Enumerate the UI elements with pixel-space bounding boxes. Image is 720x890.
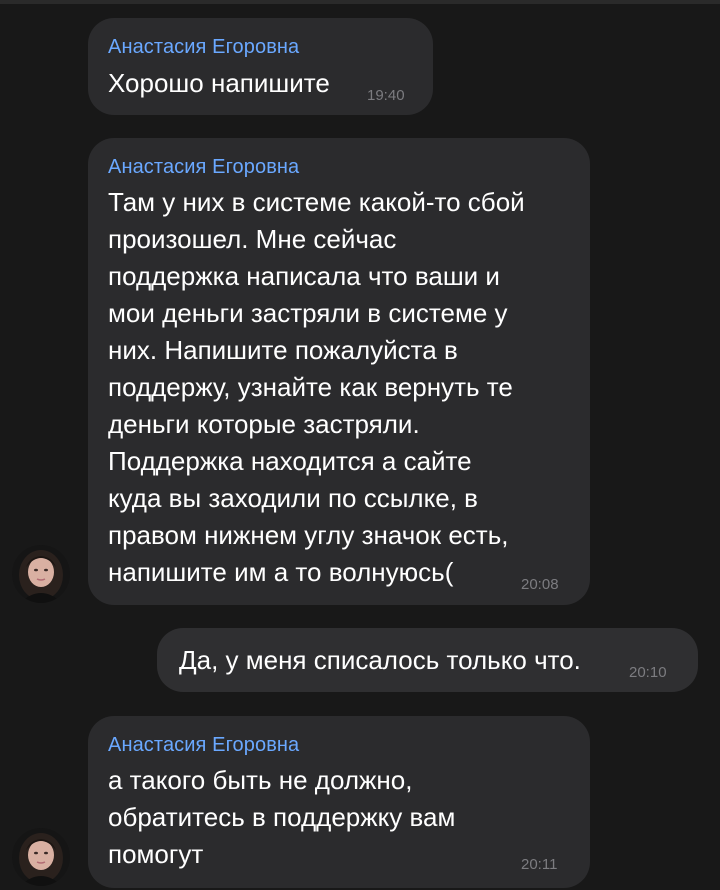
message-text: Хорошо напишите [108,68,330,98]
sender-name[interactable]: Анастасия Егоровна [108,156,299,179]
message-time: 20:08 [521,576,559,593]
contact-avatar[interactable] [12,828,70,886]
message-text: Да, у меня списалось только что. [179,645,581,675]
message-time: 19:40 [367,87,405,104]
contact-avatar[interactable] [12,545,70,603]
avatar-photo-icon [12,545,70,603]
sender-name[interactable]: Анастасия Егоровна [108,36,299,59]
incoming-message-bubble[interactable]: Анастасия Егоровна Хорошо напишите 19:40 [88,18,433,115]
message-time: 20:11 [521,856,558,873]
incoming-message-bubble[interactable]: Анастасия Егоровна Там у них в системе к… [88,138,590,605]
sender-name[interactable]: Анастасия Егоровна [108,734,299,757]
message-time: 20:10 [629,664,667,681]
outgoing-message-bubble[interactable]: Да, у меня списалось только что. 20:10 [157,628,698,692]
message-text: Там у них в системе какой-то сбой произо… [108,187,525,587]
incoming-message-bubble[interactable]: Анастасия Егоровна а такого быть не долж… [88,716,590,888]
status-strip [0,0,720,4]
message-text: а такого быть не должно, обратитесь в по… [108,765,456,869]
avatar-photo-icon [12,828,70,886]
